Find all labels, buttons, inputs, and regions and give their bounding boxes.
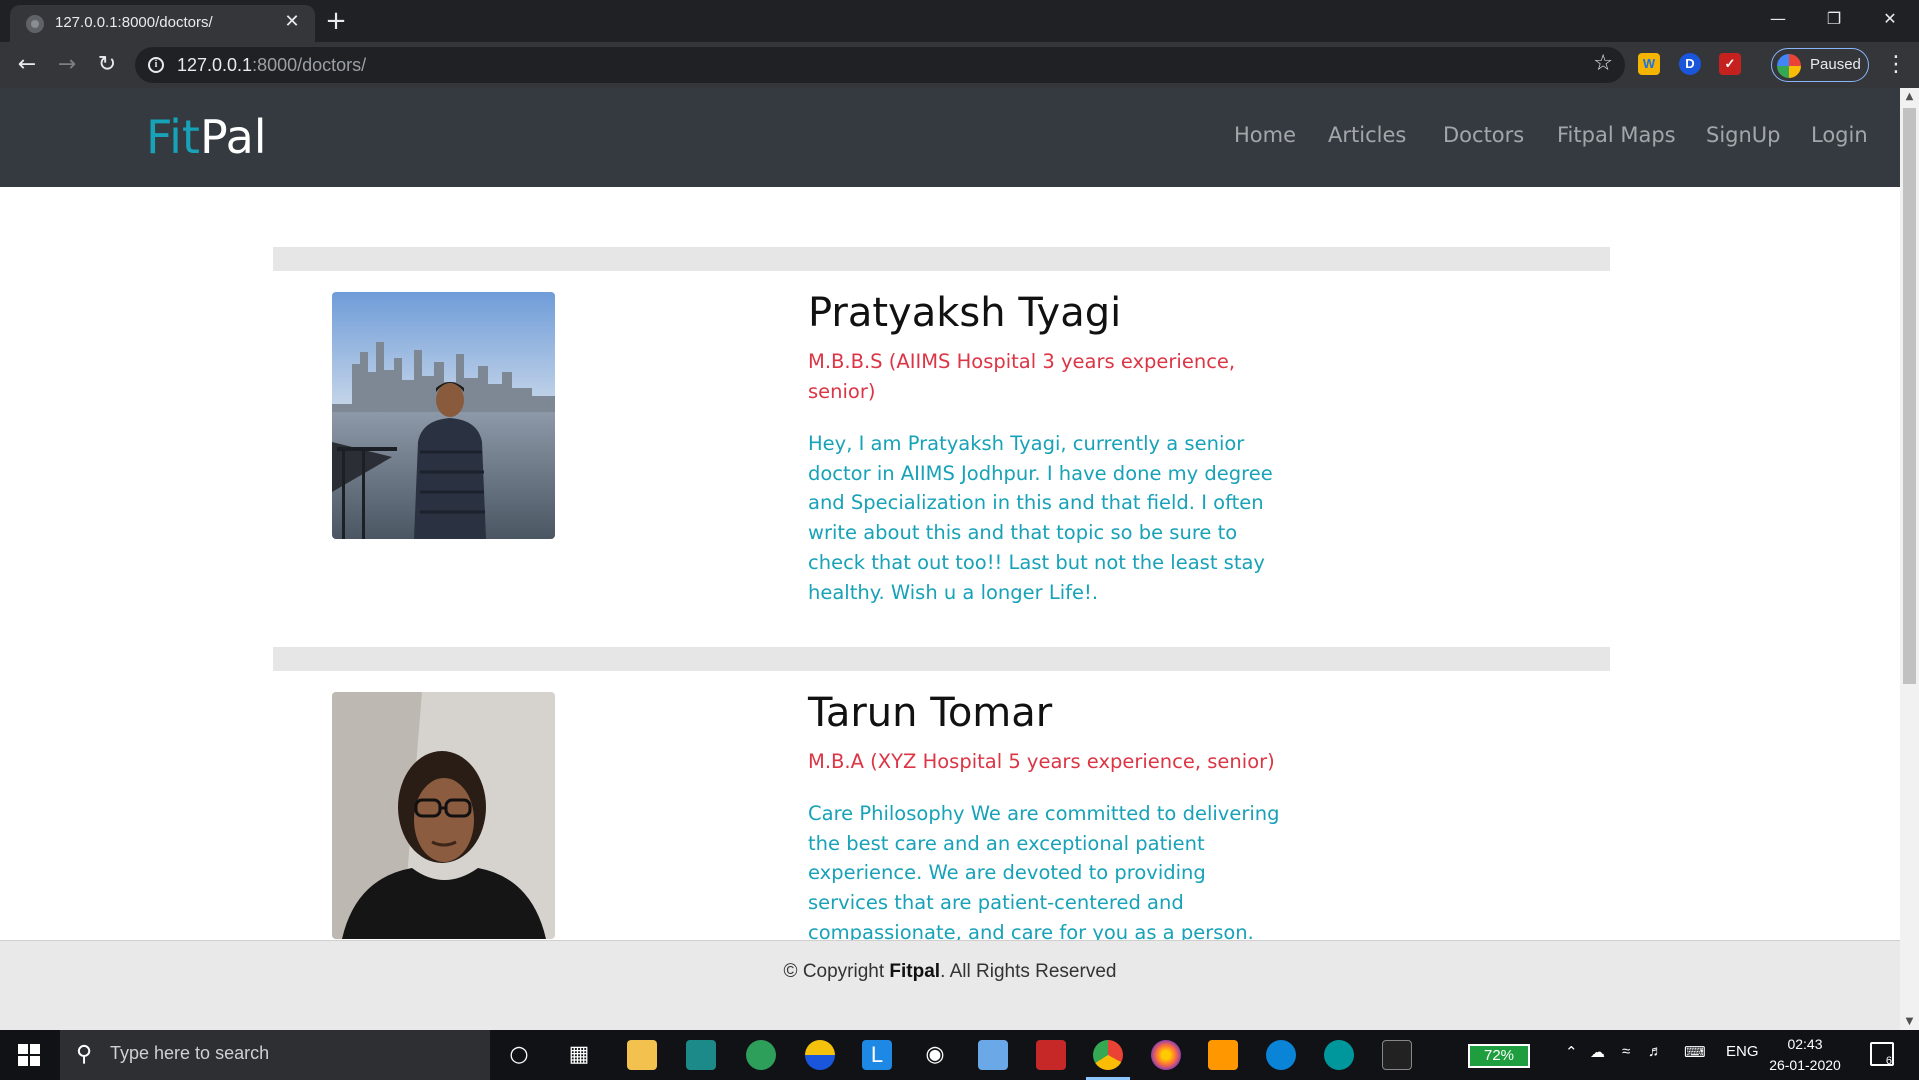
system-clock[interactable]: 02:43 26-01-2020 <box>1760 1034 1850 1076</box>
doctor-photo <box>332 692 555 939</box>
mcafee-icon[interactable] <box>1036 1040 1066 1070</box>
volume-icon[interactable]: ♬ <box>1648 1043 1663 1060</box>
url-text[interactable]: 127.0.0.1:8000/doctors/ <box>177 55 366 76</box>
clock-time: 02:43 <box>1787 1036 1823 1052</box>
window-close-icon[interactable]: ✕ <box>1868 4 1912 34</box>
doctor-qualification: M.B.A (XYZ Hospital 5 years experience, … <box>808 750 1275 773</box>
browser-tab[interactable]: 127.0.0.1:8000/doctors/ ✕ <box>10 5 315 42</box>
file-explorer-icon[interactable] <box>627 1040 657 1070</box>
close-tab-icon[interactable]: ✕ <box>280 10 304 34</box>
keyboard-icon[interactable]: ⌨ <box>1684 1043 1706 1061</box>
edge-icon[interactable] <box>1266 1040 1296 1070</box>
nav-home[interactable]: Home <box>1234 123 1296 147</box>
app-icon[interactable] <box>805 1040 835 1070</box>
search-placeholder: Type here to search <box>110 1043 270 1063</box>
site-navbar: FitPal Home Articles Doctors Fitpal Maps… <box>0 88 1900 187</box>
site-footer: © Copyright Fitpal. All Rights Reserved <box>0 940 1900 1030</box>
card-divider <box>273 247 1610 271</box>
globe-icon <box>26 15 44 33</box>
windows-start-icon[interactable] <box>18 1044 40 1066</box>
notification-center-icon[interactable]: 6 <box>1870 1042 1894 1067</box>
more-menu-icon[interactable]: ⋮ <box>1884 50 1908 80</box>
address-bar[interactable]: i 127.0.0.1:8000/doctors/ ☆ <box>135 47 1625 83</box>
doctor-qualification: M.B.B.S (AIIMS Hospital 3 years experien… <box>808 350 1236 403</box>
page-viewport: FitPal Home Articles Doctors Fitpal Maps… <box>0 88 1900 1030</box>
extension-d-icon[interactable]: D <box>1679 53 1701 75</box>
site-logo[interactable]: FitPal <box>146 110 267 164</box>
page-scrollbar[interactable]: ▲ ▼ <box>1900 88 1919 1030</box>
nav-doctors[interactable]: Doctors <box>1443 123 1524 147</box>
scroll-thumb[interactable] <box>1903 108 1916 684</box>
firefox-icon[interactable] <box>1151 1040 1181 1070</box>
restore-icon[interactable]: ❐ <box>1812 4 1856 34</box>
minimize-icon[interactable]: — <box>1756 4 1800 34</box>
doctor-name: Tarun Tomar <box>808 690 1053 736</box>
chevron-up-icon[interactable]: ⌃ <box>1565 1043 1578 1061</box>
scroll-down-icon[interactable]: ▼ <box>1900 1013 1919 1030</box>
nav-login[interactable]: Login <box>1811 123 1868 147</box>
search-icon: ⚲ <box>76 1042 93 1067</box>
doctor-photo <box>332 292 555 539</box>
l-app-icon[interactable]: L <box>862 1040 892 1070</box>
media-player-icon[interactable]: ◉ <box>920 1040 950 1070</box>
reload-icon[interactable]: ↻ <box>92 50 122 80</box>
scroll-up-icon[interactable]: ▲ <box>1900 88 1919 105</box>
language-indicator[interactable]: ENG <box>1726 1043 1759 1060</box>
info-icon[interactable]: i <box>148 57 164 73</box>
browser-tabstrip: 127.0.0.1:8000/doctors/ ✕ + — ❐ ✕ <box>0 0 1919 42</box>
new-tab-button[interactable]: + <box>322 7 350 35</box>
cloud-icon[interactable]: ☁ <box>1590 1043 1605 1061</box>
profile-label: Paused <box>1810 56 1861 73</box>
extension-w-icon[interactable]: W <box>1638 53 1660 75</box>
extension-pocket-icon[interactable]: ✓ <box>1719 53 1741 75</box>
card-divider <box>273 647 1610 671</box>
battery-indicator[interactable]: 72% <box>1468 1044 1530 1068</box>
nav-signup[interactable]: SignUp <box>1706 123 1781 147</box>
terminal-icon[interactable] <box>1382 1040 1412 1070</box>
avatar <box>1777 54 1801 78</box>
cortana-icon[interactable]: ○ <box>504 1040 534 1070</box>
media-app-icon[interactable] <box>686 1040 716 1070</box>
doctor-description: Hey, I am Pratyaksh Tyagi, currently a s… <box>808 432 1273 604</box>
windows-taskbar: ⚲ Type here to search ○ ▦ L ◉ 72% ⌃ ☁ ≈ … <box>0 1030 1919 1080</box>
chrome-icon[interactable] <box>1093 1040 1123 1070</box>
tab-title: 127.0.0.1:8000/doctors/ <box>55 14 213 31</box>
arduino-icon[interactable] <box>1324 1040 1354 1070</box>
taskbar-search-box[interactable]: ⚲ Type here to search <box>60 1030 490 1080</box>
task-view-icon[interactable]: ▦ <box>564 1040 594 1070</box>
doctor-name: Pratyaksh Tyagi <box>808 290 1122 336</box>
copyright-text: © Copyright Fitpal. All Rights Reserved <box>783 961 1117 982</box>
bookmark-star-icon[interactable]: ☆ <box>1593 51 1613 76</box>
browser-toolbar: ← → ↻ i 127.0.0.1:8000/doctors/ ☆ W D ✓ … <box>0 42 1919 88</box>
profile-button[interactable]: Paused <box>1771 48 1869 82</box>
nav-articles[interactable]: Articles <box>1328 123 1406 147</box>
nav-fitpal-maps[interactable]: Fitpal Maps <box>1557 123 1676 147</box>
forward-arrow-icon[interactable]: → <box>52 50 82 80</box>
sublime-text-icon[interactable] <box>1208 1040 1238 1070</box>
clock-date: 26-01-2020 <box>1769 1057 1841 1073</box>
remote-desktop-icon[interactable] <box>978 1040 1008 1070</box>
wifi-icon[interactable]: ≈ <box>1622 1043 1630 1060</box>
network-app-icon[interactable] <box>746 1040 776 1070</box>
back-arrow-icon[interactable]: ← <box>12 50 42 80</box>
